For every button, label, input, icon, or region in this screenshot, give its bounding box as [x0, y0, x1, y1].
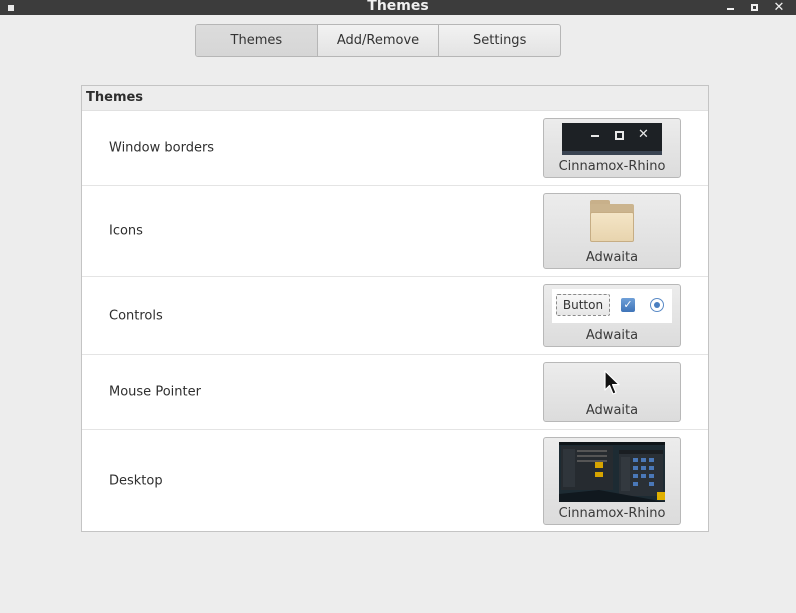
panel-header: Themes [82, 86, 708, 111]
title-bar: Themes ✕ [0, 0, 796, 15]
row-icons: Icons Adwaita [82, 186, 708, 277]
row-label-desktop: Desktop [109, 473, 163, 489]
row-label-mouse-pointer: Mouse Pointer [109, 384, 201, 400]
mouse-pointer-theme-name: Adwaita [585, 403, 639, 418]
pointer-icon [604, 370, 620, 395]
controls-theme-name: Adwaita [585, 328, 639, 343]
mouse-pointer-theme-button[interactable]: Adwaita [543, 362, 681, 422]
tab-settings[interactable]: Settings [439, 25, 560, 56]
preview-button: Button [556, 294, 610, 316]
row-label-window-borders: Window borders [109, 140, 215, 156]
row-desktop: Desktop Cinnamox-Rhino [82, 430, 708, 532]
window-borders-theme-name: Cinnamox-Rhino [558, 159, 666, 174]
controls-theme-button[interactable]: Button ✓ Adwaita [543, 284, 681, 347]
desktop-screenshot [559, 442, 665, 502]
window-borders-theme-button[interactable]: ✕ Cinnamox-Rhino [543, 118, 681, 178]
row-label-controls: Controls [109, 308, 163, 323]
icons-theme-button[interactable]: Adwaita [543, 193, 681, 269]
preview-checkbox-icon: ✓ [621, 298, 635, 312]
desktop-theme-button[interactable]: Cinnamox-Rhino [543, 437, 681, 525]
folder-icon [590, 200, 634, 242]
row-mouse-pointer: Mouse Pointer Adwaita [82, 355, 708, 430]
icons-theme-name: Adwaita [585, 250, 639, 265]
preview-maximize-icon [615, 131, 624, 140]
minimize-icon[interactable] [723, 0, 737, 15]
controls-preview: Button ✓ [552, 289, 672, 323]
preview-radio-icon [650, 298, 664, 312]
window-borders-preview: ✕ [562, 123, 662, 155]
row-window-borders: Window borders ✕ Cinnamox-Rhino [82, 111, 708, 186]
row-label-icons: Icons [109, 223, 143, 239]
maximize-icon[interactable] [747, 0, 761, 15]
row-controls: Controls Button ✓ Adwaita [82, 277, 708, 355]
preview-minimize-icon [591, 135, 599, 137]
themes-panel: Themes Window borders ✕ Cinnamox-Rhino I… [81, 85, 709, 532]
preview-close-icon: ✕ [638, 127, 649, 142]
tab-bar: Themes Add/Remove Settings [195, 24, 561, 57]
close-icon[interactable]: ✕ [772, 0, 786, 15]
tab-add-remove[interactable]: Add/Remove [318, 25, 440, 56]
window-title: Themes [367, 0, 429, 14]
tab-themes[interactable]: Themes [196, 25, 318, 56]
desktop-theme-name: Cinnamox-Rhino [558, 506, 666, 521]
